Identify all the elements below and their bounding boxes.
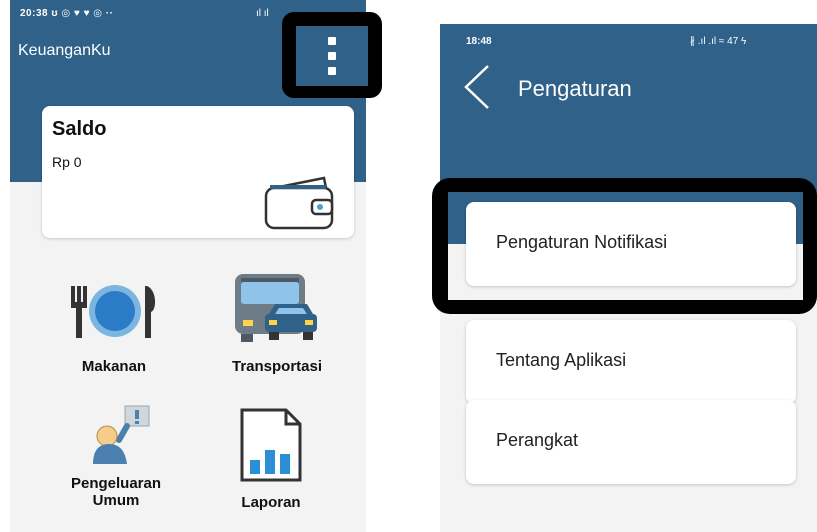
saldo-value: Rp 0: [52, 154, 82, 170]
settings-item-pengaturan-notifikasi[interactable]: Pengaturan Notifikasi: [466, 202, 796, 286]
more-dot-icon: [328, 37, 336, 45]
menu-laporan[interactable]: [232, 404, 312, 484]
app-title: KeuanganKu: [18, 42, 111, 59]
status-time: 18:48: [466, 36, 492, 47]
menu-transportasi-label: Transportasi: [231, 358, 323, 375]
menu-transportasi[interactable]: [220, 268, 330, 348]
wallet-icon: [264, 176, 334, 230]
menu-makanan[interactable]: [54, 276, 174, 340]
back-arrow-icon[interactable]: [462, 64, 492, 110]
page-title: Pengaturan: [518, 76, 632, 101]
menu-pengeluaran-umum-label: Pengeluaran Umum: [70, 475, 162, 509]
settings-item-label: Perangkat: [496, 430, 579, 450]
status-time: 20:38: [20, 8, 49, 19]
more-dot-icon: [328, 67, 336, 75]
settings-item-label: Pengaturan Notifikasi: [496, 232, 668, 252]
saldo-card[interactable]: Saldo Rp 0: [42, 106, 354, 238]
menu-laporan-label: Laporan: [241, 494, 301, 511]
status-icons: ʊ ◎ ♥ ♥ ◎ ··: [51, 8, 114, 19]
more-dot-icon: [328, 52, 336, 60]
status-bar-time: 20:38 ʊ ◎ ♥ ♥ ◎ ··: [20, 8, 113, 19]
status-icons: ∦ .ıl .ıl ≈ 47 ϟ: [690, 36, 747, 47]
bus-car-icon: [235, 274, 317, 342]
person-sign-icon: [93, 405, 150, 464]
menu-makanan-label: Makanan: [81, 358, 147, 375]
report-chart-icon: [240, 408, 302, 482]
settings-item-label: Tentang Aplikasi: [496, 350, 627, 370]
saldo-title: Saldo: [52, 118, 107, 140]
plate-cutlery-icon: [71, 285, 156, 338]
status-signal: ıl ıl: [256, 8, 269, 19]
settings-item-tentang-aplikasi[interactable]: Tentang Aplikasi: [466, 320, 796, 404]
menu-pengeluaran-umum[interactable]: [82, 404, 162, 468]
settings-item-perangkat[interactable]: Perangkat: [466, 400, 796, 484]
